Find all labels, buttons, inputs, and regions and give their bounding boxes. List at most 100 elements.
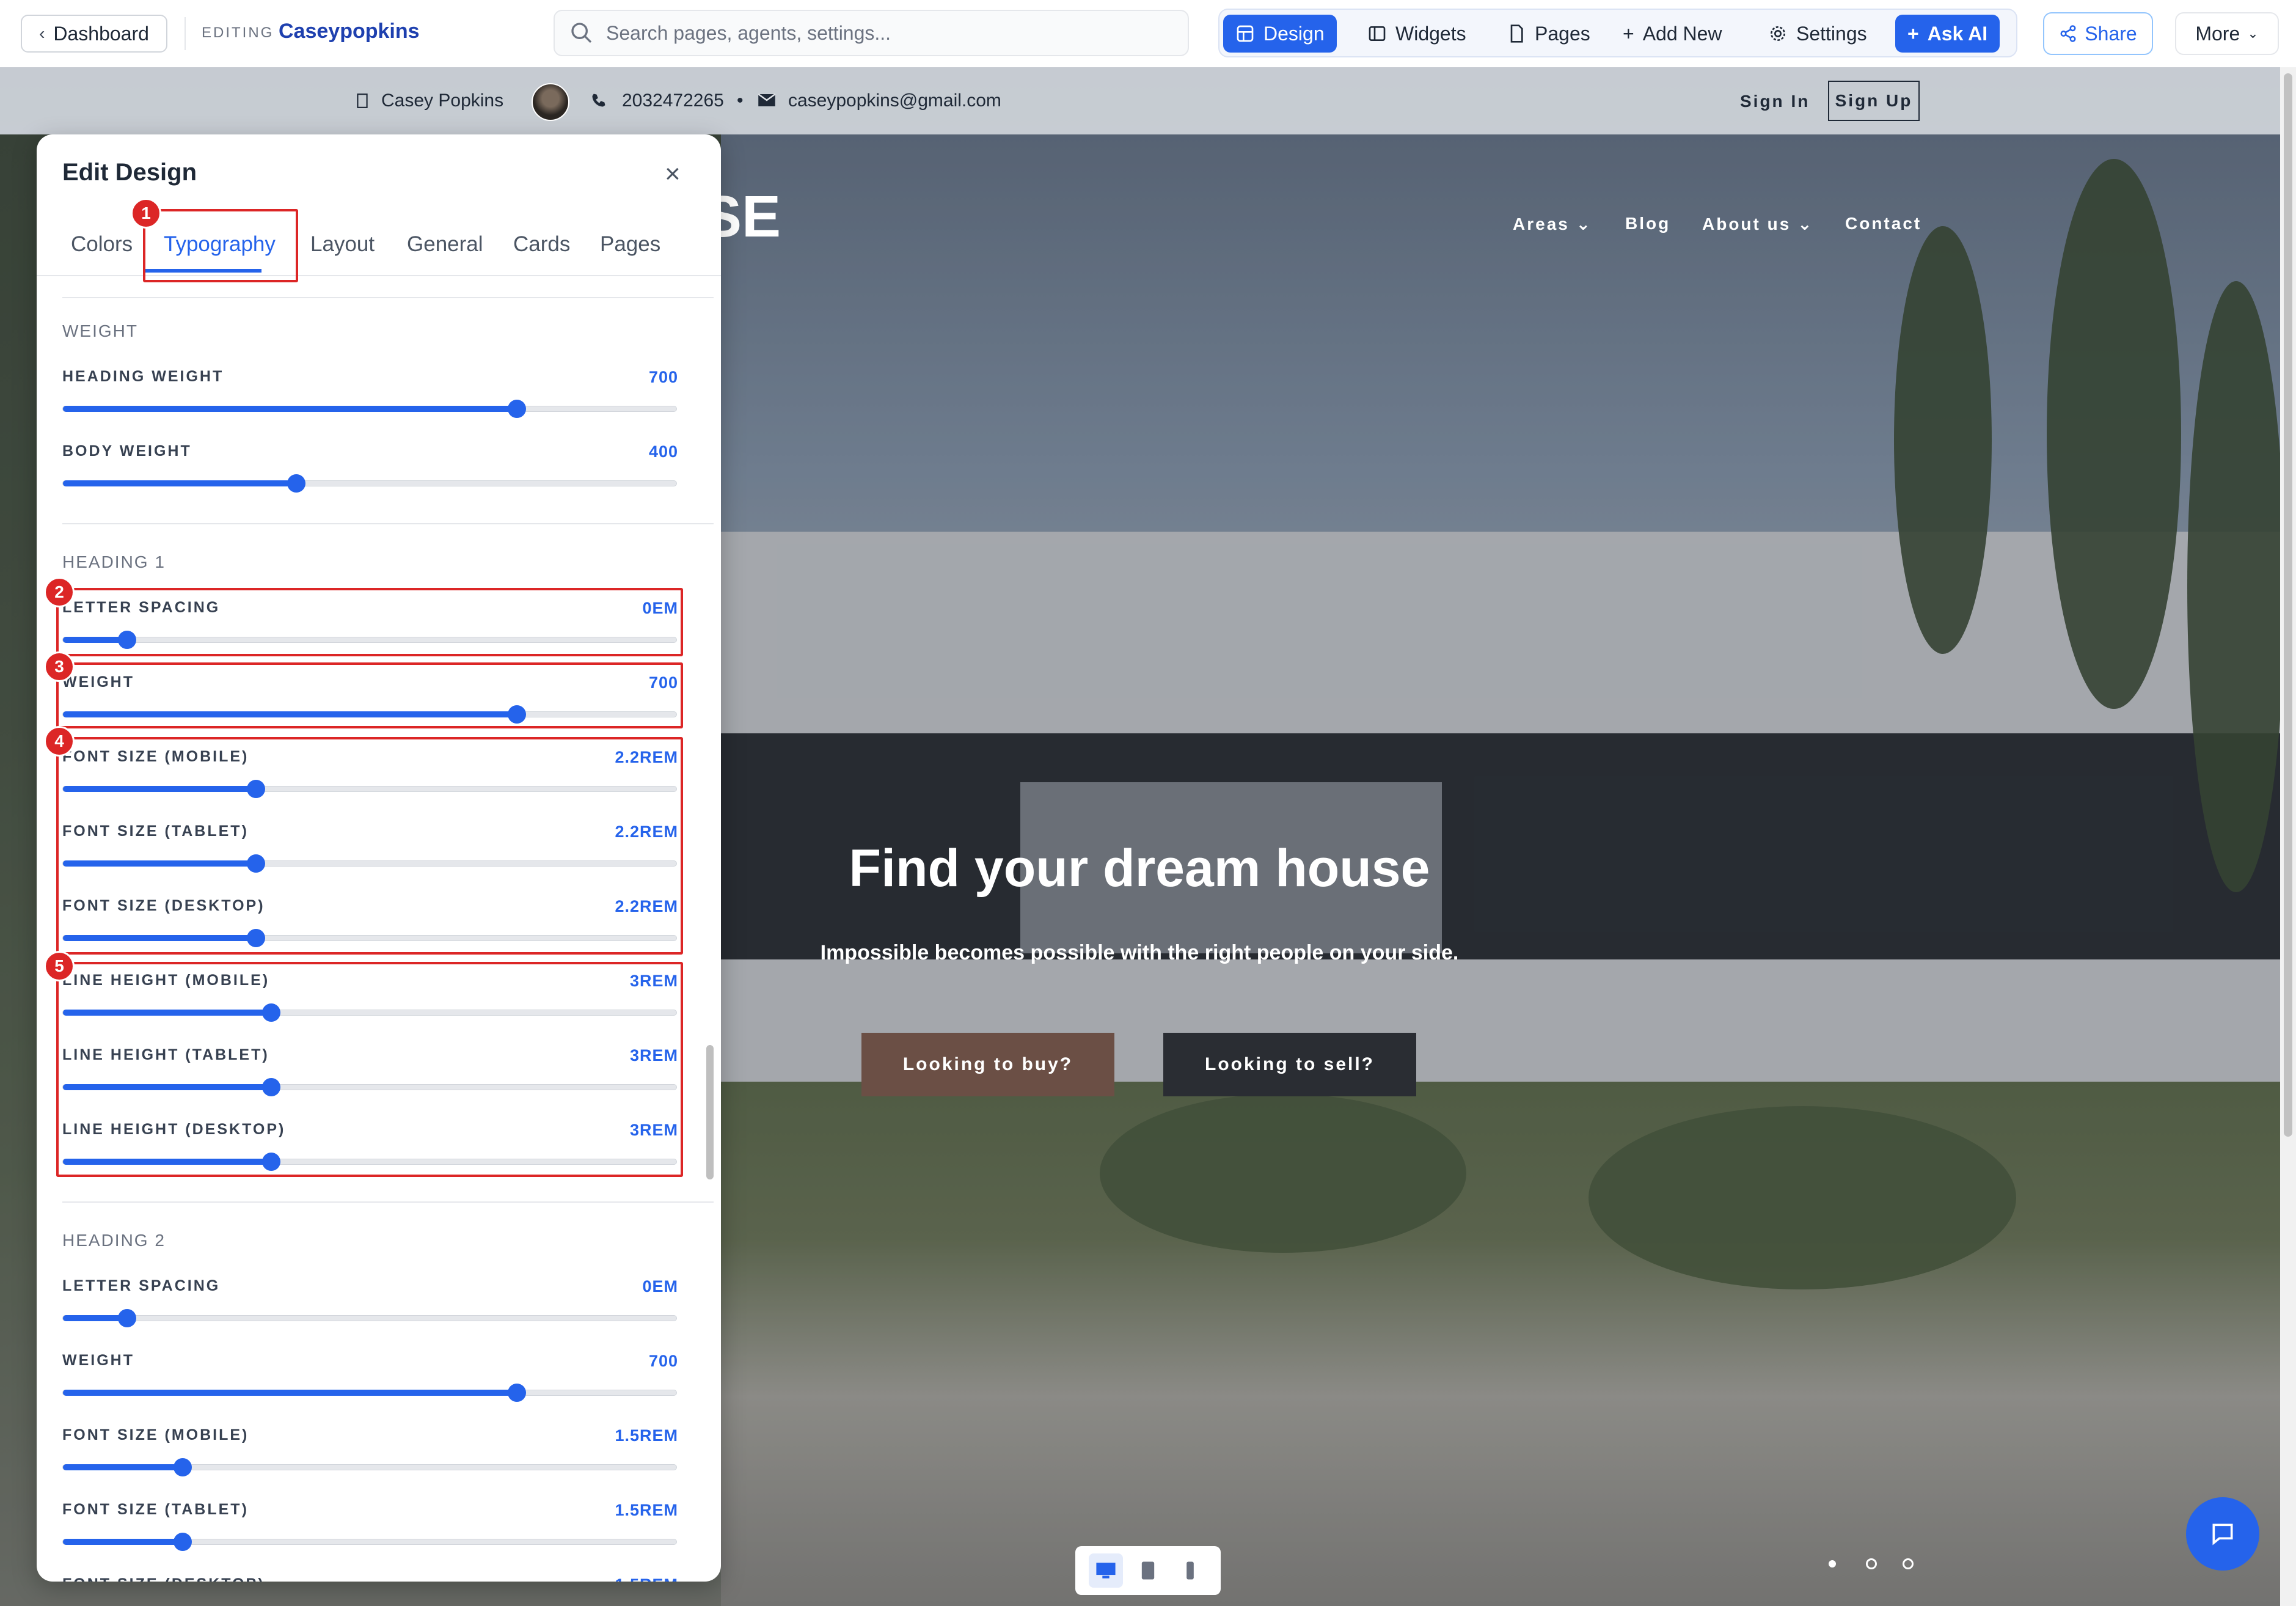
ask-ai-button[interactable]: + Ask AI [1895, 15, 2000, 53]
sign-in-link[interactable]: Sign In [1740, 92, 1810, 111]
slider-thumb[interactable] [507, 400, 526, 418]
tab-layout[interactable]: Layout [310, 232, 375, 257]
chevron-left-icon: ‹ [39, 24, 45, 43]
panel-scrollbar[interactable] [706, 1045, 714, 1179]
share-icon [2060, 25, 2076, 42]
search-icon [571, 23, 592, 43]
nav-label: Ask AI [1927, 22, 1988, 45]
tab-general[interactable]: General [407, 232, 483, 257]
device-switcher [1075, 1546, 1221, 1595]
slider-thumb[interactable] [173, 1533, 192, 1551]
cta-sell-button[interactable]: Looking to sell? [1163, 1033, 1416, 1096]
annotation-marker: 1 [131, 198, 161, 229]
sign-up-button[interactable]: Sign Up [1828, 81, 1920, 121]
slider-value: 700 [648, 1352, 678, 1370]
nav-pages-button[interactable]: Pages [1494, 15, 1603, 53]
slider-fill [63, 1539, 183, 1545]
plus-icon: + [1623, 22, 1634, 45]
nav-settings-button[interactable]: Settings [1756, 15, 1879, 53]
slider-label: HEADING WEIGHT [62, 368, 224, 385]
carousel-dot[interactable] [1866, 1558, 1877, 1569]
annotation-marker: 4 [44, 726, 75, 757]
page-scrollbar[interactable] [2280, 67, 2296, 1606]
tablet-icon [1141, 1561, 1155, 1580]
tab-cards[interactable]: Cards [513, 232, 570, 257]
tab-colors[interactable]: Colors [71, 232, 133, 257]
slider-label: WEIGHT [62, 1352, 134, 1369]
menu-about-us[interactable]: About us ⌄ [1702, 214, 1814, 234]
agent-email[interactable]: caseypopkins@gmail.com [788, 90, 1001, 111]
more-button[interactable]: More ⌄ [2175, 12, 2279, 55]
hero-title: Find your dream house [849, 839, 1430, 898]
nav-add-new-button[interactable]: + Add New [1610, 15, 1735, 53]
dashboard-button[interactable]: ‹ Dashboard [21, 15, 167, 53]
chat-button[interactable] [2186, 1497, 2259, 1571]
design-icon [1237, 25, 1254, 42]
avatar [532, 83, 569, 121]
nav-widgets-button[interactable]: Widgets [1355, 15, 1479, 53]
desktop-icon [1096, 1563, 1116, 1579]
slider-thumb[interactable] [173, 1458, 192, 1476]
slider-value: 1.5REM [615, 1575, 678, 1582]
slider-value: 700 [648, 368, 678, 386]
section-title: WEIGHT [62, 321, 138, 340]
building-icon [357, 94, 368, 108]
sparkle-icon: + [1907, 22, 1919, 45]
slider-track[interactable] [62, 1309, 677, 1327]
menu-areas[interactable]: Areas ⌄ [1513, 214, 1592, 234]
slider-track[interactable] [62, 474, 677, 493]
nav-label: Pages [1535, 22, 1590, 45]
slider-track[interactable] [62, 1384, 677, 1402]
nav-label: Settings [1796, 22, 1867, 45]
agent-phone[interactable]: 2032472265 [622, 90, 724, 111]
chevron-down-icon: ⌄ [1576, 215, 1593, 233]
search-input[interactable] [605, 21, 1157, 45]
annotation-marker: 5 [44, 951, 75, 981]
annotation-box [143, 209, 298, 282]
slider-label: FONT SIZE (DESKTOP) [62, 1575, 265, 1582]
cta-buy-button[interactable]: Looking to buy? [861, 1033, 1114, 1096]
menu-blog[interactable]: Blog [1625, 214, 1670, 233]
slider-track[interactable] [62, 400, 677, 418]
slider-value: 0EM [642, 1277, 678, 1296]
annotation-box [56, 962, 683, 1177]
tab-pages[interactable]: Pages [600, 232, 660, 257]
annotation-marker: 2 [44, 577, 75, 607]
search-box[interactable] [554, 10, 1189, 56]
annotation-marker: 3 [44, 651, 75, 682]
site-name[interactable]: Caseypopkins [279, 20, 420, 43]
slider-track[interactable] [62, 1533, 677, 1551]
slider-label: FONT SIZE (MOBILE) [62, 1426, 249, 1443]
annotation-box [56, 662, 683, 728]
device-tablet-button[interactable] [1131, 1553, 1165, 1588]
slider-thumb[interactable] [118, 1309, 137, 1327]
page-icon [1510, 24, 1523, 43]
slider-label: BODY WEIGHT [62, 442, 192, 460]
device-mobile-button[interactable] [1173, 1553, 1207, 1588]
section-title: HEADING 1 [62, 552, 166, 571]
share-button[interactable]: Share [2043, 12, 2153, 55]
chevron-down-icon: ⌄ [2247, 26, 2259, 41]
close-icon[interactable]: × [665, 159, 681, 189]
device-desktop-button[interactable] [1089, 1553, 1124, 1588]
dashboard-label: Dashboard [53, 22, 149, 45]
slider-thumb[interactable] [287, 474, 305, 493]
editor-topbar: ‹ Dashboard EDITING Caseypopkins Design … [0, 0, 2296, 68]
chat-icon [2212, 1524, 2233, 1546]
phone-icon [592, 94, 605, 107]
more-label: More [2195, 22, 2240, 45]
slider-fill [63, 480, 296, 486]
slider-value: 400 [648, 442, 678, 461]
menu-contact[interactable]: Contact [1845, 214, 1921, 233]
gear-icon [1771, 26, 1785, 41]
chevron-down-icon: ⌄ [1797, 215, 1814, 233]
slider-thumb[interactable] [507, 1384, 526, 1402]
nav-design-button[interactable]: Design [1223, 15, 1337, 53]
slider-track[interactable] [62, 1458, 677, 1476]
slider-fill [63, 1390, 517, 1396]
carousel-dot[interactable] [1829, 1560, 1836, 1568]
topbar-divider [185, 17, 186, 50]
mobile-icon [1186, 1561, 1194, 1580]
hero-subtitle: Impossible becomes possible with the rig… [820, 941, 1459, 964]
carousel-dot[interactable] [1903, 1558, 1914, 1569]
